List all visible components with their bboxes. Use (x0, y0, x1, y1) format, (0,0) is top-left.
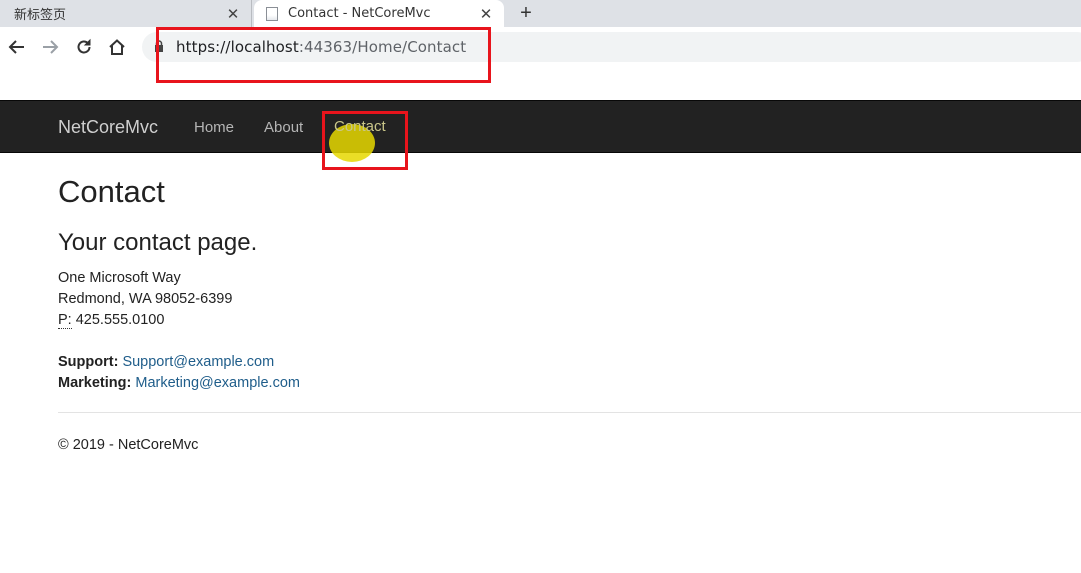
support-label: Support: (58, 354, 119, 370)
page-title: Contact (58, 174, 165, 209)
navbar-brand[interactable]: NetCoreMvc (58, 117, 158, 138)
nav-link-about[interactable]: About (264, 119, 303, 136)
support-email-link[interactable]: Support@example.com (122, 354, 274, 370)
back-button[interactable] (5, 35, 29, 59)
footer-text: © 2019 - NetCoreMvc (58, 437, 199, 453)
arrow-left-icon (8, 40, 24, 54)
contact-emails: Support: Support@example.com Marketing: … (58, 352, 300, 394)
tab-title: Contact - NetCoreMvc (288, 6, 431, 21)
address-block: One Microsoft Way Redmond, WA 98052-6399… (58, 268, 232, 331)
url-highlight-box (156, 27, 491, 83)
tab-contact[interactable]: Contact - NetCoreMvc ✕ (254, 0, 504, 27)
nav-link-home[interactable]: Home (194, 119, 234, 136)
contact-highlight-box (322, 111, 408, 170)
site-navbar: NetCoreMvc Home About (0, 100, 1081, 153)
phone-number: 425.555.0100 (71, 312, 165, 328)
marketing-line: Marketing: Marketing@example.com (58, 373, 300, 394)
marketing-email-link[interactable]: Marketing@example.com (135, 375, 300, 391)
tab-bar: 新标签页 ✕ Contact - NetCoreMvc ✕ + (0, 0, 1081, 27)
support-line: Support: Support@example.com (58, 352, 300, 373)
close-icon[interactable]: ✕ (476, 5, 496, 23)
home-button[interactable] (105, 35, 129, 59)
arrow-right-icon (43, 40, 59, 54)
page-subtitle: Your contact page. (58, 229, 258, 256)
page-icon (266, 6, 278, 21)
address-line: Redmond, WA 98052-6399 (58, 291, 233, 307)
forward-button[interactable] (38, 35, 62, 59)
tab-title: 新标签页 (14, 8, 67, 23)
tab-new-tab[interactable]: 新标签页 ✕ (0, 0, 252, 27)
marketing-label: Marketing: (58, 375, 132, 391)
close-icon[interactable]: ✕ (223, 5, 243, 23)
address-line: One Microsoft Way (58, 270, 181, 286)
phone-line: P: 425.555.0100 (58, 310, 232, 331)
reload-button[interactable] (72, 35, 96, 59)
phone-label: P: (58, 312, 72, 329)
new-tab-button[interactable]: + (514, 0, 538, 27)
home-icon (109, 39, 125, 55)
divider (58, 412, 1081, 413)
reload-icon (77, 38, 91, 54)
